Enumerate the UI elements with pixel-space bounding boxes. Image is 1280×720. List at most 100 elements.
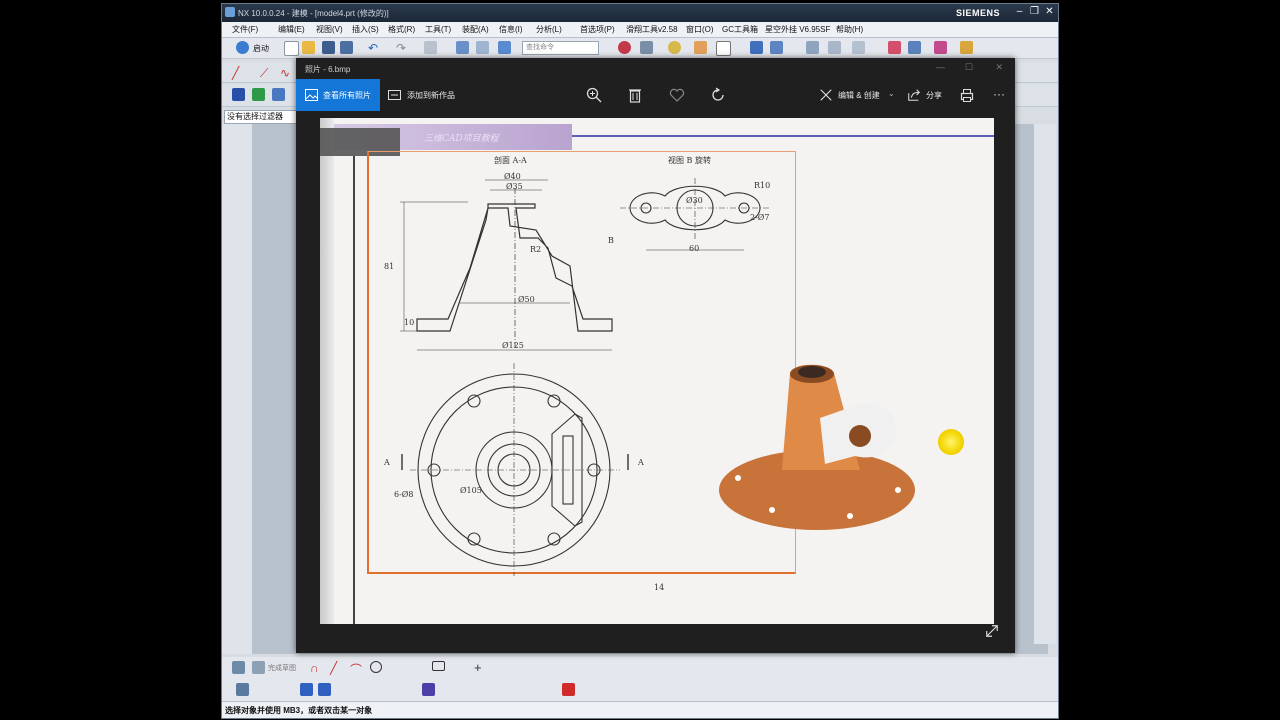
start-icon[interactable] <box>236 41 249 54</box>
expand-fullscreen-icon[interactable] <box>985 624 999 638</box>
layer-icon[interactable] <box>806 41 819 54</box>
select-icon[interactable] <box>456 41 469 54</box>
measure-icon[interactable] <box>852 41 865 54</box>
menu-assembly[interactable]: 装配(A) <box>462 24 489 35</box>
close-button[interactable]: ✕ <box>1043 6 1056 19</box>
cursor-highlight <box>938 429 964 455</box>
photo-icon <box>305 89 318 101</box>
menu-insert[interactable]: 插入(S) <box>352 24 379 35</box>
viewer-minimize-button[interactable]: — <box>936 62 945 72</box>
see-all-photos-button[interactable]: 查看所有照片 <box>296 79 380 111</box>
dim-phi125: Ø125 <box>502 341 524 350</box>
block-icon[interactable] <box>422 683 435 696</box>
start-label[interactable]: 启动 <box>253 43 269 54</box>
dim-width-60: 60 <box>689 244 700 253</box>
redo-icon[interactable]: ↷ <box>396 41 409 55</box>
move-icon[interactable] <box>908 41 921 54</box>
ruler-icon[interactable] <box>960 41 973 54</box>
menu-starsky-plugin[interactable]: 星空外挂 V6.95SF <box>765 24 830 35</box>
rectangle-icon[interactable] <box>432 661 445 671</box>
edit-create-button[interactable]: 编辑 & 创建 ⌄ <box>819 79 899 111</box>
menu-gc-toolbox[interactable]: GC工具箱 <box>722 24 758 35</box>
left-toolbar <box>222 124 252 654</box>
zoom-in-icon[interactable] <box>586 87 602 103</box>
arrow-right-icon[interactable] <box>318 683 331 696</box>
share-button[interactable]: 分享 <box>907 79 947 111</box>
menu-edit[interactable]: 编辑(E) <box>278 24 305 35</box>
menu-window[interactable]: 窗口(O) <box>686 24 714 35</box>
red-cube-icon[interactable] <box>562 683 575 696</box>
arrow-left-icon[interactable] <box>300 683 313 696</box>
command-finder-icon[interactable] <box>498 41 511 54</box>
circle-icon[interactable] <box>370 661 382 673</box>
rotate-icon[interactable] <box>710 87 726 103</box>
menu-preferences[interactable]: 首选项(P) <box>580 24 615 35</box>
spline-icon[interactable]: ∿ <box>280 66 293 80</box>
nx-title-bar: NX 10.0.0.24 - 建模 - [model4.prt (修改的)] S… <box>222 4 1058 22</box>
minimize-button[interactable]: – <box>1013 6 1026 19</box>
menu-analysis[interactable]: 分析(L) <box>536 24 562 35</box>
profile-icon[interactable]: ∩ <box>310 661 323 675</box>
sketch-line-icon[interactable]: ╱ <box>330 661 343 675</box>
add-to-creation-label: 添加到新作品 <box>407 91 455 100</box>
displayed-image: 三维CAD项目教程 剖面 A-A 视图 B 旋转 Ø40 Ø35 Ø50 Ø12… <box>320 118 994 624</box>
menu-info[interactable]: 信息(I) <box>499 24 523 35</box>
page-number: 14 <box>654 583 665 592</box>
save-icon[interactable] <box>322 41 335 54</box>
menu-file[interactable]: 文件(F) <box>232 24 258 35</box>
viewer-toolbar: 查看所有照片 添加到新作品 编辑 & 创建 ⌄ 分享 ··· <box>296 79 1015 111</box>
point-icon[interactable]: + <box>474 660 487 675</box>
dim-height-10: 10 <box>404 318 415 327</box>
layer-settings-icon[interactable] <box>828 41 841 54</box>
viewer-maximize-button[interactable]: ☐ <box>965 62 973 73</box>
revolve-icon[interactable] <box>252 88 265 101</box>
view-orient-icon[interactable] <box>618 41 631 54</box>
open-folder-icon[interactable] <box>302 41 315 54</box>
status-text: 选择对象并使用 MB3，或者双击某一对象 <box>225 706 373 715</box>
copy-icon[interactable] <box>476 41 489 54</box>
finish-sketch-label[interactable]: 完成草图 <box>268 663 296 673</box>
command-search-input[interactable]: 查找命令 <box>522 41 599 55</box>
menu-format[interactable]: 格式(R) <box>388 24 415 35</box>
a-mark-right: A <box>638 458 644 467</box>
delete-icon[interactable] <box>627 87 643 103</box>
undo-icon[interactable]: ↶ <box>368 41 381 55</box>
sphere-icon[interactable] <box>668 41 681 54</box>
restore-button[interactable]: ❐ <box>1028 6 1041 19</box>
sketch-icon[interactable] <box>232 661 245 674</box>
dim-phi50: Ø50 <box>518 295 535 304</box>
selection-filter-dropdown[interactable]: 没有选择过滤器 <box>224 110 300 124</box>
nx-window-title: NX 10.0.0.24 - 建模 - [model4.prt (修改的)] <box>238 9 389 18</box>
line-icon[interactable]: ╱ <box>232 66 245 80</box>
background-icon[interactable] <box>716 41 731 56</box>
grid-icon[interactable] <box>934 41 947 54</box>
menu-glide-tools[interactable]: 滑翔工具v2.58 <box>626 24 678 35</box>
finish-sketch-icon[interactable] <box>252 661 265 674</box>
menu-tools[interactable]: 工具(T) <box>425 24 451 35</box>
book-icon[interactable] <box>272 88 285 101</box>
arc-icon[interactable]: ⌒ <box>350 661 363 677</box>
viewer-close-button[interactable]: ✕ <box>995 62 1003 73</box>
add-creation-icon <box>388 90 401 100</box>
a-mark-left: A <box>384 458 390 467</box>
extrude-icon[interactable] <box>232 88 245 101</box>
save-as-icon[interactable] <box>340 41 353 54</box>
favorite-heart-icon[interactable] <box>669 87 685 103</box>
cut-icon[interactable] <box>424 41 437 54</box>
view-b-rotated <box>620 178 770 251</box>
render-style-icon[interactable] <box>640 41 653 54</box>
new-file-icon[interactable] <box>284 41 299 56</box>
wcs-icon[interactable] <box>770 41 783 54</box>
siemens-brand: SIEMENS <box>955 8 1000 18</box>
transform-icon[interactable] <box>888 41 901 54</box>
rendered-part-3d <box>719 364 915 530</box>
dim-height-81: 81 <box>384 262 395 271</box>
pencil-icon[interactable] <box>694 41 707 54</box>
more-options-icon[interactable]: ··· <box>993 87 1005 101</box>
polyline-icon[interactable]: ⟋ <box>260 66 273 80</box>
menu-view[interactable]: 视图(V) <box>316 24 343 35</box>
print-icon[interactable] <box>959 87 975 103</box>
menu-help[interactable]: 帮助(H) <box>836 24 863 35</box>
feature-icon[interactable] <box>236 683 249 696</box>
snap-icon[interactable] <box>750 41 763 54</box>
